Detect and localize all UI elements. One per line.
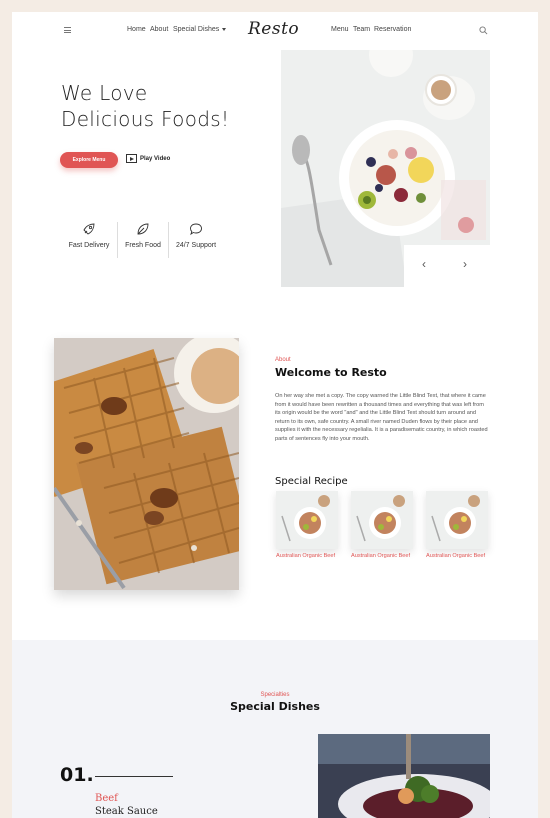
recipe-thumbnail xyxy=(276,491,338,549)
hero-title-line2: Delicious Foods! xyxy=(61,107,230,131)
feature-label: Fresh Food xyxy=(125,242,161,249)
feature-label: Fast Delivery xyxy=(68,242,110,249)
dishes-title: Special Dishes xyxy=(230,700,320,713)
nav-team[interactable]: Team xyxy=(353,26,370,33)
recipe-card[interactable]: Australian Organic Beef xyxy=(276,491,338,560)
explore-menu-button[interactable]: Explore Menu xyxy=(60,152,118,168)
recipe-name[interactable]: Australian Organic Beef xyxy=(426,553,488,560)
top-nav: Home About Special Dishes Resto Menu Tea… xyxy=(12,12,538,52)
recipe-card[interactable]: Australian Organic Beef xyxy=(426,491,488,560)
about-text: On her way she met a copy. The copy warn… xyxy=(275,393,488,442)
recipe-thumbnail xyxy=(351,491,413,549)
nav-special-dishes[interactable]: Special Dishes xyxy=(173,26,227,33)
hero-title-line1: We Love xyxy=(61,81,148,105)
dish-divider xyxy=(95,776,173,777)
chat-bubble-icon xyxy=(190,223,202,236)
rocket-icon xyxy=(83,223,95,235)
logo[interactable]: Resto xyxy=(248,19,299,39)
play-icon xyxy=(126,154,137,163)
about-title: Welcome to Resto xyxy=(275,366,387,379)
feature-support: 24/7 Support xyxy=(172,222,220,268)
dish-name: Steak Sauce xyxy=(95,806,158,817)
nav-about[interactable]: About xyxy=(150,26,168,33)
slider-controls: ‹ › xyxy=(404,245,490,287)
play-video-label: Play Video xyxy=(140,156,171,163)
search-icon[interactable] xyxy=(479,26,488,35)
divider xyxy=(168,222,169,258)
page: Home About Special Dishes Resto Menu Tea… xyxy=(12,12,538,818)
recipe-thumbnail xyxy=(426,491,488,549)
slider-prev-button[interactable]: ‹ xyxy=(422,257,426,271)
dish-number: 01. xyxy=(60,764,94,786)
divider xyxy=(117,222,118,258)
nav-reservation[interactable]: Reservation xyxy=(374,26,411,33)
slider-next-button[interactable]: › xyxy=(463,257,467,271)
about-image xyxy=(54,338,239,590)
leaf-icon xyxy=(137,223,149,235)
special-recipe-title: Special Recipe xyxy=(275,476,348,487)
nav-special-dishes-label: Special Dishes xyxy=(173,26,220,33)
recipe-name[interactable]: Australian Organic Beef xyxy=(276,553,338,560)
hero-title: We Love Delicious Foods! xyxy=(61,80,229,132)
play-video-button[interactable]: Play Video xyxy=(126,154,170,163)
recipe-card[interactable]: Australian Organic Beef xyxy=(351,491,413,560)
feature-fast-delivery: Fast Delivery xyxy=(66,222,112,268)
menu-icon[interactable] xyxy=(64,27,71,33)
nav-menu[interactable]: Menu xyxy=(331,26,349,33)
dishes-kicker: Specialties xyxy=(260,692,290,698)
dish-image xyxy=(318,734,490,818)
chevron-down-icon xyxy=(222,27,227,31)
dish-category: Beef xyxy=(95,793,118,804)
nav-home[interactable]: Home xyxy=(127,26,146,33)
feature-label: 24/7 Support xyxy=(175,242,217,249)
about-kicker: About xyxy=(275,357,291,363)
feature-fresh-food: Fresh Food xyxy=(122,222,164,268)
recipe-name[interactable]: Australian Organic Beef xyxy=(351,553,413,560)
